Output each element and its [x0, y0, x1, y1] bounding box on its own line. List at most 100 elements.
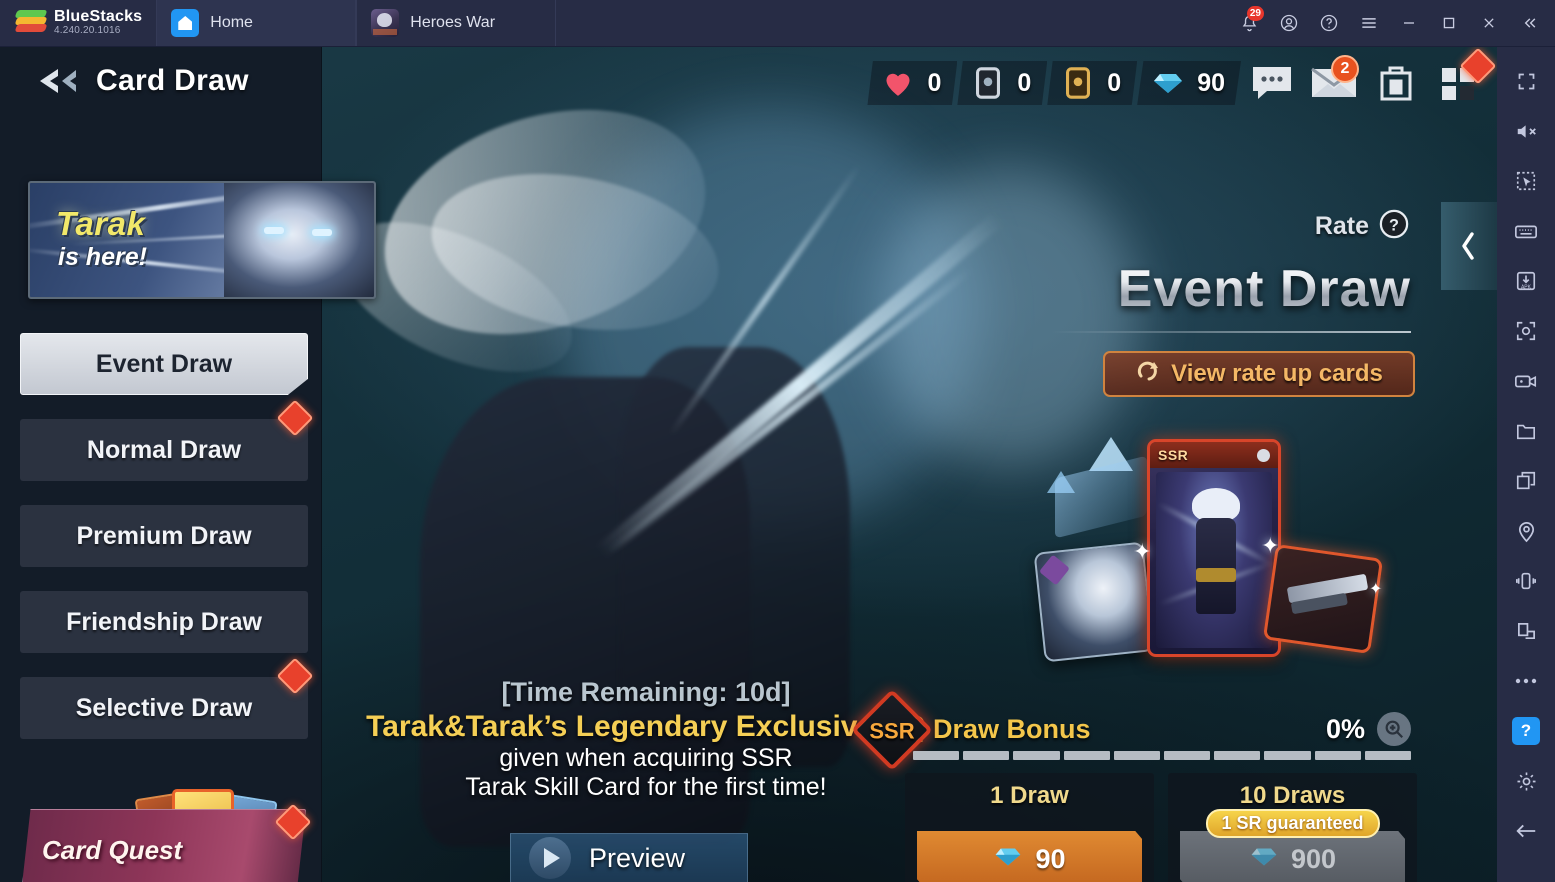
currency-silver-card[interactable]: 0: [957, 61, 1048, 105]
side-panel-toggle[interactable]: [1441, 202, 1497, 290]
help-badge: ?: [1512, 717, 1540, 745]
notification-count: 29: [1246, 5, 1264, 21]
maximize-button[interactable]: [1429, 0, 1469, 47]
titlebar-controls: 29: [1229, 0, 1555, 46]
settings-gear-icon[interactable]: [1500, 757, 1552, 805]
top-hud: 0 0 0 90 2: [867, 47, 1497, 111]
sparkle-icon: ✦: [1133, 539, 1152, 564]
nav-item-friendship-draw[interactable]: Friendship Draw: [20, 591, 308, 653]
mail-icon[interactable]: 2: [1303, 55, 1365, 111]
fullscreen-icon[interactable]: [1500, 57, 1552, 105]
mute-icon[interactable]: [1500, 107, 1552, 155]
close-button[interactable]: [1469, 0, 1509, 47]
magnifier-plus-icon[interactable]: [1377, 712, 1411, 746]
sword-glow: [880, 167, 1140, 467]
collapse-sidebar-button[interactable]: [1509, 0, 1549, 47]
record-video-icon[interactable]: [1500, 357, 1552, 405]
currency-gem-value: 90: [1197, 68, 1225, 97]
draw-cost-ten: 900: [1290, 843, 1337, 874]
nav-item-label: Selective Draw: [75, 693, 253, 722]
draw-panels: 1 Draw 90 10 Draws 1 SR guaranteed 900: [905, 773, 1417, 882]
draw-panel-single: 1 Draw 90: [905, 773, 1154, 882]
draw-bonus-percent: 0%: [1325, 713, 1365, 744]
question-icon[interactable]: ?: [1379, 209, 1409, 244]
character-eye: [264, 227, 284, 234]
title-divider: [1051, 331, 1411, 333]
folder-icon[interactable]: [1500, 407, 1552, 455]
menu-icon[interactable]: [1349, 0, 1389, 47]
silver-card-icon: [967, 61, 1009, 105]
screenshot-icon[interactable]: [1500, 307, 1552, 355]
mail-badge: 2: [1331, 55, 1359, 83]
sparkle-icon: ✦: [1261, 533, 1280, 558]
draw-button-single[interactable]: 90: [917, 831, 1142, 882]
page-title: Card Draw: [96, 64, 249, 97]
sparkle-icon: ✦: [1369, 581, 1383, 598]
menu-grid-icon[interactable]: [1427, 47, 1497, 111]
tab-home[interactable]: Home: [156, 0, 357, 46]
gem-icon: [1249, 844, 1279, 875]
back-icon[interactable]: [1500, 807, 1552, 855]
promo-character-art: [224, 183, 374, 297]
location-pin-icon[interactable]: [1500, 507, 1552, 555]
rotate-icon[interactable]: [1500, 607, 1552, 655]
currency-silver-card-value: 0: [1017, 68, 1032, 97]
shake-icon[interactable]: [1500, 557, 1552, 605]
bluestacks-toolbar: APK ?: [1497, 47, 1555, 882]
left-panel: Card Draw Event Draw Normal Draw Premium…: [0, 47, 322, 882]
bag-icon[interactable]: [1365, 55, 1427, 111]
promo-banner[interactable]: Tarak is here!: [28, 181, 376, 299]
draw-title: 10 Draws: [1239, 782, 1346, 809]
view-rate-up-cards-button[interactable]: View rate up cards: [1103, 351, 1415, 397]
nav-item-selective-draw[interactable]: Selective Draw: [20, 677, 308, 739]
currency-gold-card-value: 0: [1107, 68, 1122, 97]
promo-title: Tarak: [56, 205, 146, 242]
nav-item-label: Normal Draw: [86, 435, 242, 464]
app-version: 4.240.20.1016: [54, 25, 121, 36]
weapon-card[interactable]: [1262, 543, 1384, 655]
multi-instance-icon[interactable]: [1500, 457, 1552, 505]
install-apk-icon[interactable]: APK: [1500, 257, 1552, 305]
bluestacks-logo-icon: [14, 10, 48, 36]
back-arrow-icon[interactable]: [36, 66, 82, 96]
more-icon[interactable]: [1500, 657, 1552, 705]
nav-item-label: Friendship Draw: [66, 607, 262, 636]
help-icon[interactable]: ?: [1500, 707, 1552, 755]
currency-heart[interactable]: 0: [867, 61, 958, 105]
minimize-button[interactable]: [1389, 0, 1429, 47]
tab-home-label: Home: [210, 14, 253, 31]
currency-gold-card[interactable]: 0: [1047, 61, 1138, 105]
account-icon[interactable]: [1269, 0, 1309, 47]
bluestacks-titlebar: BlueStacks 4.240.20.1016 Home Heroes War…: [0, 0, 1555, 47]
character-eye: [312, 229, 332, 236]
draw-cost-single: 90: [1035, 843, 1066, 874]
game-viewport: Card Draw Event Draw Normal Draw Premium…: [0, 47, 1497, 882]
draw-button-ten[interactable]: 900: [1180, 831, 1405, 882]
currency-gem[interactable]: 90: [1137, 61, 1241, 105]
chevron-left-icon: [1462, 232, 1474, 260]
rate-up-glow: [1055, 455, 1147, 539]
event-draw-title: Event Draw: [1117, 260, 1411, 318]
draw-bonus-row: SSR Draw Bonus 0%: [850, 688, 1411, 772]
cursor-select-icon[interactable]: [1500, 157, 1552, 205]
card-character-sash: [1196, 568, 1236, 582]
heart-icon: [877, 61, 919, 105]
preview-button[interactable]: Preview: [510, 833, 748, 882]
chat-icon[interactable]: [1241, 55, 1303, 111]
notifications-bell-icon[interactable]: 29: [1229, 0, 1269, 47]
tab-heroes-war[interactable]: Heroes War: [356, 0, 557, 46]
draw-title: 1 Draw: [990, 782, 1069, 809]
help-icon[interactable]: [1309, 0, 1349, 47]
rate-label: Rate: [1314, 212, 1369, 240]
card-quest-banner[interactable]: Card Quest: [22, 789, 312, 882]
refresh-arrow-icon: [1135, 359, 1161, 390]
nav-item-premium-draw[interactable]: Premium Draw: [20, 505, 308, 567]
keyboard-icon[interactable]: [1500, 207, 1552, 255]
portrait-rank-badge: [1038, 554, 1070, 586]
ssr-rarity-label: SSR: [1158, 447, 1189, 463]
currency-heart-value: 0: [927, 68, 942, 97]
nav-item-event-draw[interactable]: Event Draw: [20, 333, 308, 395]
svg-text:APK: APK: [1521, 284, 1532, 290]
play-icon: [529, 837, 571, 879]
nav-item-normal-draw[interactable]: Normal Draw: [20, 419, 308, 481]
